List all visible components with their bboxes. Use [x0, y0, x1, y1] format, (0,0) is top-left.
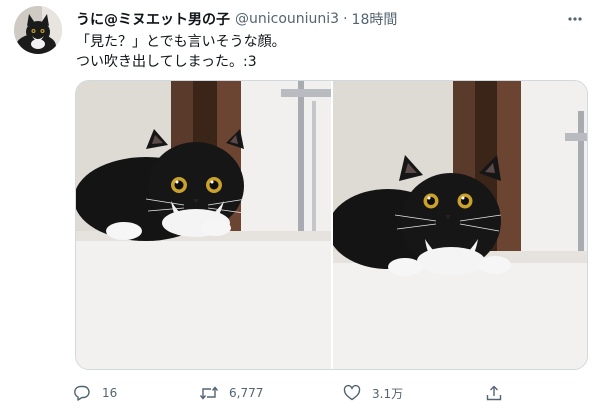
retweet-button[interactable]: 6,777 [199, 380, 263, 406]
more-icon[interactable] [564, 8, 586, 30]
avatar[interactable] [14, 6, 62, 54]
tweet-text: 「見た？」とでも言いそうな顔。 つい吹き出してしまった。:3 [76, 32, 576, 72]
tweet-header: うに@ミヌエット男の子 @unicouniuni3 · 18時間 [76, 8, 586, 30]
user-handle[interactable]: @unicouniuni3 [235, 11, 339, 27]
cat-photo-1 [76, 81, 331, 369]
photo-1[interactable] [76, 81, 331, 369]
like-button[interactable]: 3.1万 [342, 380, 403, 406]
photo-2[interactable] [333, 81, 587, 369]
cat-photo-2 [333, 81, 587, 369]
retweet-icon [199, 383, 219, 403]
reply-button[interactable]: 16 [72, 380, 117, 406]
tweet: うに@ミヌエット男の子 @unicouniuni3 · 18時間 「見た？」とで… [0, 0, 600, 411]
tweet-media [75, 80, 588, 370]
tweet-timestamp[interactable]: 18時間 [352, 9, 398, 29]
share-button[interactable] [484, 380, 504, 406]
cat-avatar-image [14, 6, 62, 54]
display-name[interactable]: うに@ミヌエット男の子 [76, 9, 230, 29]
comment-icon [72, 383, 92, 403]
heart-icon [342, 383, 362, 403]
like-count: 3.1万 [372, 386, 404, 401]
tweet-text-line-1: 「見た？」とでも言いそうな顔。 [76, 34, 286, 50]
separator-dot: · [343, 11, 348, 27]
reply-count: 16 [102, 386, 118, 400]
tweet-actions: 16 6,777 3.1万 [72, 380, 532, 406]
share-icon [484, 383, 504, 403]
retweet-count: 6,777 [229, 386, 264, 400]
tweet-text-line-2: つい吹き出してしまった。:3 [76, 54, 257, 70]
